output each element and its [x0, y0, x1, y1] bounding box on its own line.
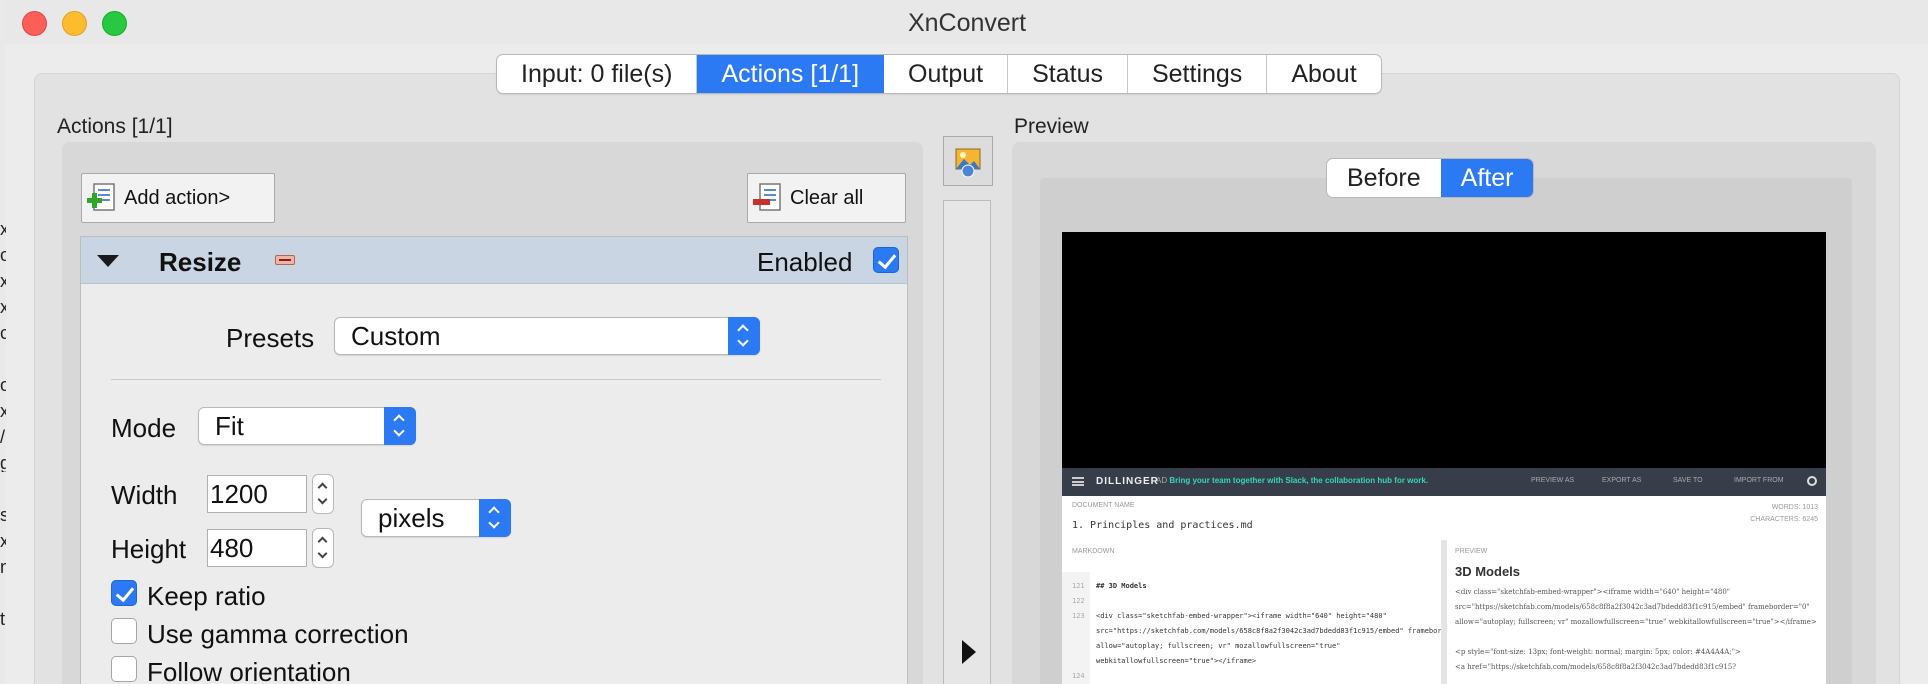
preview-section-label: Preview — [1014, 115, 1089, 138]
check-mark-icon — [115, 582, 135, 603]
orientation-label[interactable]: Follow orientation — [147, 657, 351, 684]
orientation-checkbox[interactable] — [111, 656, 137, 682]
line-number: 123 — [1072, 612, 1085, 620]
height-input[interactable]: 480 — [207, 529, 307, 567]
enabled-checkbox[interactable] — [873, 247, 899, 273]
line-number: 121 — [1072, 582, 1085, 590]
unit-select[interactable]: pixels — [361, 499, 511, 537]
resize-action-header[interactable]: Resize Enabled — [81, 237, 907, 284]
preview-line: <div class="sketchfab-embed-wrapper"><if… — [1455, 588, 1730, 596]
presets-label: Presets — [226, 323, 315, 353]
doc-name-label: DOCUMENT NAME — [1072, 502, 1135, 509]
select-arrows-icon — [384, 407, 416, 445]
preview-pane-label: PREVIEW — [1455, 548, 1488, 555]
collapse-triangle-icon[interactable] — [97, 255, 119, 267]
mode-value: Fit — [215, 411, 244, 441]
tab-input[interactable]: Input: 0 file(s) — [497, 55, 698, 93]
clear-all-label: Clear all — [790, 186, 864, 209]
line-number: 122 — [1072, 597, 1085, 605]
presets-value: Custom — [351, 321, 441, 351]
toolbar-preview-as: PREVIEW AS — [1531, 477, 1575, 484]
mode-select[interactable]: Fit — [198, 407, 416, 445]
dillinger-promo: AD Bring your team together with Slack, … — [1156, 476, 1428, 485]
before-button[interactable]: Before — [1327, 159, 1441, 197]
after-button[interactable]: After — [1440, 159, 1534, 197]
dillinger-toolbar: DILLINGER AD Bring your team together wi… — [1062, 468, 1826, 496]
code-line: src="https://sketchfab.com/models/658c8f… — [1096, 627, 1472, 635]
preview-line: src="https://sketchfab.com/models/658c8f… — [1455, 603, 1810, 611]
dillinger-markdown-pane: MARKDOWN 121 ## 3D Models 122 123 <div class… — [1062, 540, 1471, 684]
dillinger-preview-pane: PREVIEW 3D Models <div class="sketchfab-… — [1447, 540, 1826, 684]
main-tabbar: Input: 0 file(s) Actions [1/1] Output St… — [496, 54, 1382, 94]
tab-status[interactable]: Status — [1008, 55, 1128, 93]
tab-about[interactable]: About — [1267, 55, 1380, 93]
code-line: allow="autoplay; fullscreen; vr" mozallo… — [1096, 642, 1341, 650]
code-line: ## 3D Models — [1096, 582, 1147, 590]
toolbar-import-from: IMPORT FROM — [1734, 477, 1784, 484]
tab-actions[interactable]: Actions [1/1] — [697, 55, 885, 93]
dillinger-logo: DILLINGER — [1096, 476, 1159, 487]
titlebar[interactable]: XnConvert — [6, 0, 1928, 44]
clear-all-icon — [753, 183, 781, 211]
hamburger-menu-icon — [1072, 477, 1084, 486]
xnconvert-window: XnConvert Input: 0 file(s) Actions [1/1]… — [6, 0, 1928, 684]
promo-text: Bring your team together with Slack, the… — [1169, 476, 1429, 485]
before-after-toggle: Before After — [1326, 158, 1535, 198]
gear-icon — [1807, 476, 1817, 486]
tab-output[interactable]: Output — [884, 55, 1009, 93]
keep-ratio-checkbox[interactable] — [111, 580, 137, 606]
unit-value: pixels — [378, 503, 445, 533]
height-label: Height — [111, 534, 187, 564]
mode-label: Mode — [111, 413, 177, 443]
check-mark-icon — [877, 249, 897, 270]
select-arrows-icon — [479, 499, 511, 537]
preview-splitter[interactable] — [943, 200, 991, 684]
add-action-label: Add action> — [124, 186, 231, 209]
line-number: 124 — [1072, 672, 1085, 680]
width-label: Width — [111, 480, 178, 510]
select-arrows-icon — [728, 317, 760, 355]
toolbar-export-as: EXPORT AS — [1602, 477, 1642, 484]
markdown-label: MARKDOWN — [1072, 548, 1115, 555]
preview-line: allow="autoplay; fullscreen; vr" mozallo… — [1455, 618, 1817, 626]
toolbar-save-to: SAVE TO — [1673, 477, 1703, 484]
tab-settings[interactable]: Settings — [1128, 55, 1268, 93]
code-line: webkitallowfullscreen="true"></iframe> — [1096, 657, 1257, 665]
window-title: XnConvert — [907, 9, 1027, 37]
dillinger-document-bar: DOCUMENT NAME 1. Principles and practice… — [1062, 496, 1826, 540]
code-line: <div class="sketchfab-embed-wrapper"><if… — [1096, 612, 1387, 620]
characters-count: CHARACTERS: 6245 — [1750, 516, 1818, 523]
promo-prefix: AD — [1156, 476, 1168, 485]
remove-action-icon[interactable] — [275, 255, 295, 265]
width-input[interactable]: 1200 — [207, 475, 307, 513]
presets-select[interactable]: Custom — [334, 317, 760, 355]
preview-heading: 3D Models — [1455, 564, 1521, 579]
add-action-button[interactable]: Add action> — [81, 173, 275, 223]
keep-ratio-label[interactable]: Keep ratio — [147, 581, 266, 612]
gamma-checkbox[interactable] — [111, 618, 137, 644]
add-action-icon — [87, 183, 115, 211]
clear-all-button[interactable]: Clear all — [747, 173, 906, 223]
action-list: Resize Enabled Presets Custom Mode Fit W… — [80, 236, 908, 684]
height-stepper[interactable] — [312, 528, 334, 568]
actions-section-label: Actions [1/1] — [57, 115, 173, 138]
preview-toggle-button[interactable] — [943, 136, 993, 186]
preview-line: <a href="https://sketchfab.com/models/65… — [1455, 663, 1737, 671]
words-count: WORDS: 1013 — [1771, 504, 1818, 511]
gamma-label[interactable]: Use gamma correction — [147, 619, 409, 650]
play-arrow-icon[interactable] — [962, 640, 976, 664]
doc-name: 1. Principles and practices.md — [1072, 520, 1253, 531]
width-stepper[interactable] — [312, 474, 334, 514]
enabled-label: Enabled — [757, 247, 853, 277]
resize-title: Resize — [159, 247, 242, 277]
presets-divider — [111, 379, 881, 380]
preview-line: <p style="font-size: 13px; font-weight: … — [1455, 648, 1741, 656]
preview-image: DILLINGER AD Bring your team together wi… — [1062, 232, 1826, 684]
landscape-picture-icon — [955, 148, 981, 178]
